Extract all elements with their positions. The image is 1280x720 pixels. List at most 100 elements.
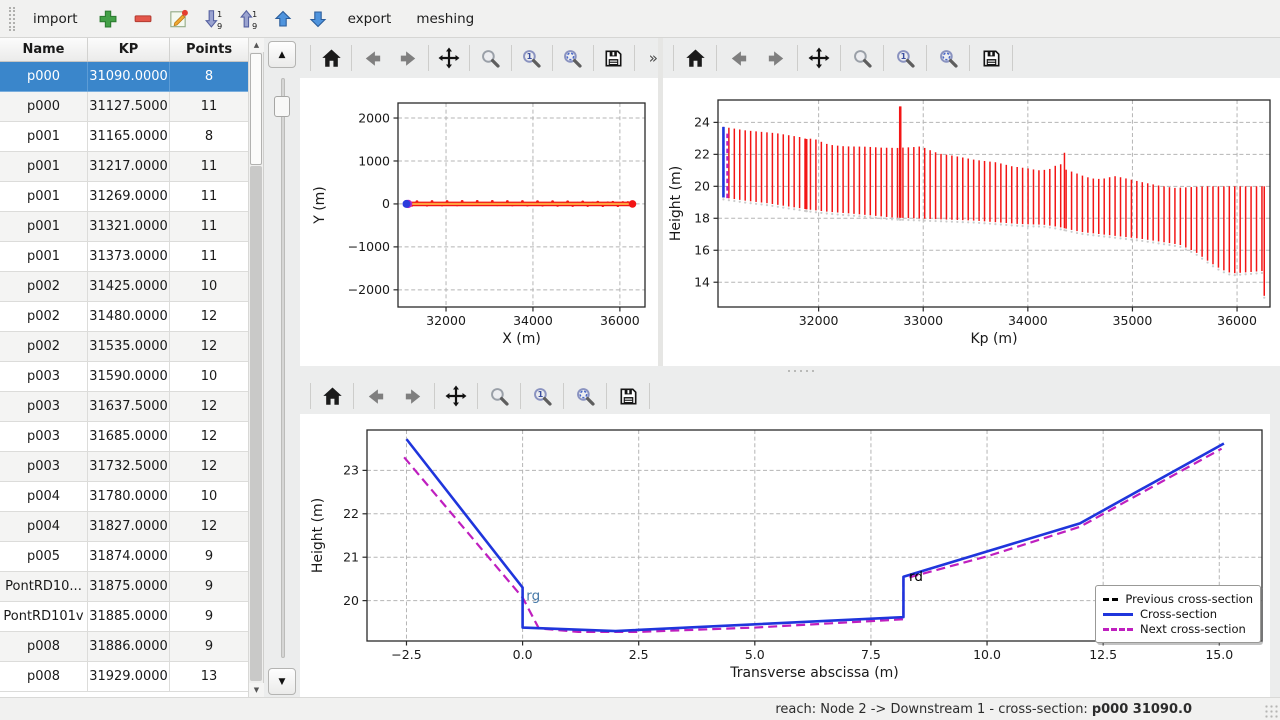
cell-name[interactable]: p002	[0, 332, 88, 361]
table-row[interactable]: p00231480.000012	[0, 302, 249, 332]
scroll-down-icon[interactable]: ▼	[249, 683, 264, 697]
column-header-name[interactable]: Name	[0, 38, 88, 61]
cell-points[interactable]: 11	[170, 152, 249, 181]
cell-kp[interactable]: 31875.0000	[88, 572, 170, 601]
cell-kp[interactable]: 31886.0000	[88, 632, 170, 661]
home-icon[interactable]	[319, 45, 343, 71]
cell-points[interactable]: 9	[170, 542, 249, 571]
zoom-fit-icon[interactable]	[572, 383, 598, 409]
move-down-icon[interactable]	[306, 7, 330, 31]
cell-kp[interactable]: 31535.0000	[88, 332, 170, 361]
cell-kp[interactable]: 31874.0000	[88, 542, 170, 571]
sort-ascending-icon[interactable]: 1 9	[236, 7, 260, 31]
cell-points[interactable]: 12	[170, 422, 249, 451]
cell-kp[interactable]: 31780.0000	[88, 482, 170, 511]
cell-name[interactable]: p008	[0, 662, 88, 691]
cell-kp[interactable]: 31929.0000	[88, 662, 170, 691]
table-row[interactable]: p00331732.500012	[0, 452, 249, 482]
cell-points[interactable]: 12	[170, 332, 249, 361]
plan-plot-figure[interactable]: 320003400036000−2000−1000010002000X (m)Y…	[300, 78, 658, 366]
cell-points[interactable]: 11	[170, 182, 249, 211]
home-icon[interactable]	[319, 383, 345, 409]
scroll-up-icon[interactable]: ▲	[249, 38, 264, 52]
table-row[interactable]: p00831886.00009	[0, 632, 249, 662]
toolbar-overflow-button[interactable]: »	[649, 49, 658, 67]
table-row[interactable]: p00031090.00008	[0, 62, 249, 92]
table-row[interactable]: p00331637.500012	[0, 392, 249, 422]
forward-icon[interactable]	[763, 45, 789, 71]
slider-down-button[interactable]: ▼	[268, 668, 296, 695]
zoom-one-icon[interactable]: 1	[529, 383, 555, 409]
cell-name[interactable]: p000	[0, 62, 88, 91]
pan-icon[interactable]	[443, 383, 469, 409]
move-up-icon[interactable]	[271, 7, 295, 31]
table-row[interactable]: p00131165.00008	[0, 122, 249, 152]
slider-groove[interactable]	[281, 78, 285, 658]
column-header-points[interactable]: Points	[170, 38, 249, 61]
cell-points[interactable]: 8	[170, 62, 249, 91]
slider-up-button[interactable]: ▲	[268, 41, 296, 68]
add-cross-section-icon[interactable]	[96, 7, 120, 31]
cell-points[interactable]: 9	[170, 632, 249, 661]
resize-grip-icon[interactable]	[1264, 704, 1278, 718]
column-header-kp[interactable]: KP	[88, 38, 170, 61]
cell-kp[interactable]: 31217.0000	[88, 152, 170, 181]
cell-kp[interactable]: 31885.0000	[88, 602, 170, 631]
save-icon[interactable]	[978, 45, 1004, 71]
cell-kp[interactable]: 31090.0000	[88, 62, 170, 91]
pan-icon[interactable]	[806, 45, 832, 71]
table-row[interactable]: p00231425.000010	[0, 272, 249, 302]
cell-kp[interactable]: 31269.0000	[88, 182, 170, 211]
cell-kp[interactable]: 31637.5000	[88, 392, 170, 421]
table-row[interactable]: p00231535.000012	[0, 332, 249, 362]
cell-name[interactable]: PontRD101v	[0, 602, 88, 631]
cell-kp[interactable]: 31321.0000	[88, 212, 170, 241]
export-button[interactable]: export	[341, 7, 399, 31]
table-row[interactable]: p00831929.000013	[0, 662, 249, 692]
cell-name[interactable]: p004	[0, 512, 88, 541]
cell-name[interactable]: p001	[0, 152, 88, 181]
cell-kp[interactable]: 31373.0000	[88, 242, 170, 271]
table-row[interactable]: p00331685.000012	[0, 422, 249, 452]
table-row[interactable]: p00431780.000010	[0, 482, 249, 512]
zoom-one-icon[interactable]: 1	[892, 45, 918, 71]
cell-points[interactable]: 12	[170, 512, 249, 541]
back-icon[interactable]	[360, 45, 384, 71]
cell-name[interactable]: p002	[0, 302, 88, 331]
cell-name[interactable]: p003	[0, 362, 88, 391]
cell-kp[interactable]: 31590.0000	[88, 362, 170, 391]
save-icon[interactable]	[602, 45, 626, 71]
cell-points[interactable]: 11	[170, 212, 249, 241]
save-icon[interactable]	[615, 383, 641, 409]
table-row[interactable]: p00431827.000012	[0, 512, 249, 542]
cell-name[interactable]: PontRD10...	[0, 572, 88, 601]
zoom-icon[interactable]	[478, 45, 502, 71]
scrollbar-thumb[interactable]	[250, 53, 262, 165]
cell-points[interactable]: 13	[170, 662, 249, 691]
cell-kp[interactable]: 31480.0000	[88, 302, 170, 331]
cell-name[interactable]: p001	[0, 212, 88, 241]
longitudinal-plot-figure[interactable]: 3200033000340003500036000141618202224Kp …	[663, 78, 1280, 366]
cell-name[interactable]: p000	[0, 92, 88, 121]
cell-points[interactable]: 12	[170, 302, 249, 331]
cell-points[interactable]: 11	[170, 242, 249, 271]
cell-name[interactable]: p003	[0, 392, 88, 421]
horizontal-splitter[interactable]	[300, 366, 1280, 376]
cell-points[interactable]: 10	[170, 272, 249, 301]
table-row[interactable]: p00331590.000010	[0, 362, 249, 392]
back-icon[interactable]	[362, 383, 388, 409]
cell-points[interactable]: 12	[170, 392, 249, 421]
table-row[interactable]: PontRD101v31885.00009	[0, 602, 249, 632]
cell-points[interactable]: 10	[170, 362, 249, 391]
slider-handle[interactable]	[274, 96, 290, 117]
table-row[interactable]: p00131321.000011	[0, 212, 249, 242]
forward-icon[interactable]	[396, 45, 420, 71]
import-button[interactable]: import	[26, 7, 85, 31]
edit-icon[interactable]	[166, 7, 190, 31]
cell-kp[interactable]: 31127.5000	[88, 92, 170, 121]
cell-kp[interactable]: 31685.0000	[88, 422, 170, 451]
cell-name[interactable]: p004	[0, 482, 88, 511]
cross-section-figure[interactable]: −2.50.02.55.07.510.012.515.020212223Tran…	[300, 414, 1280, 697]
zoom-fit-icon[interactable]	[561, 45, 585, 71]
scrollbar-track[interactable]	[250, 166, 262, 681]
